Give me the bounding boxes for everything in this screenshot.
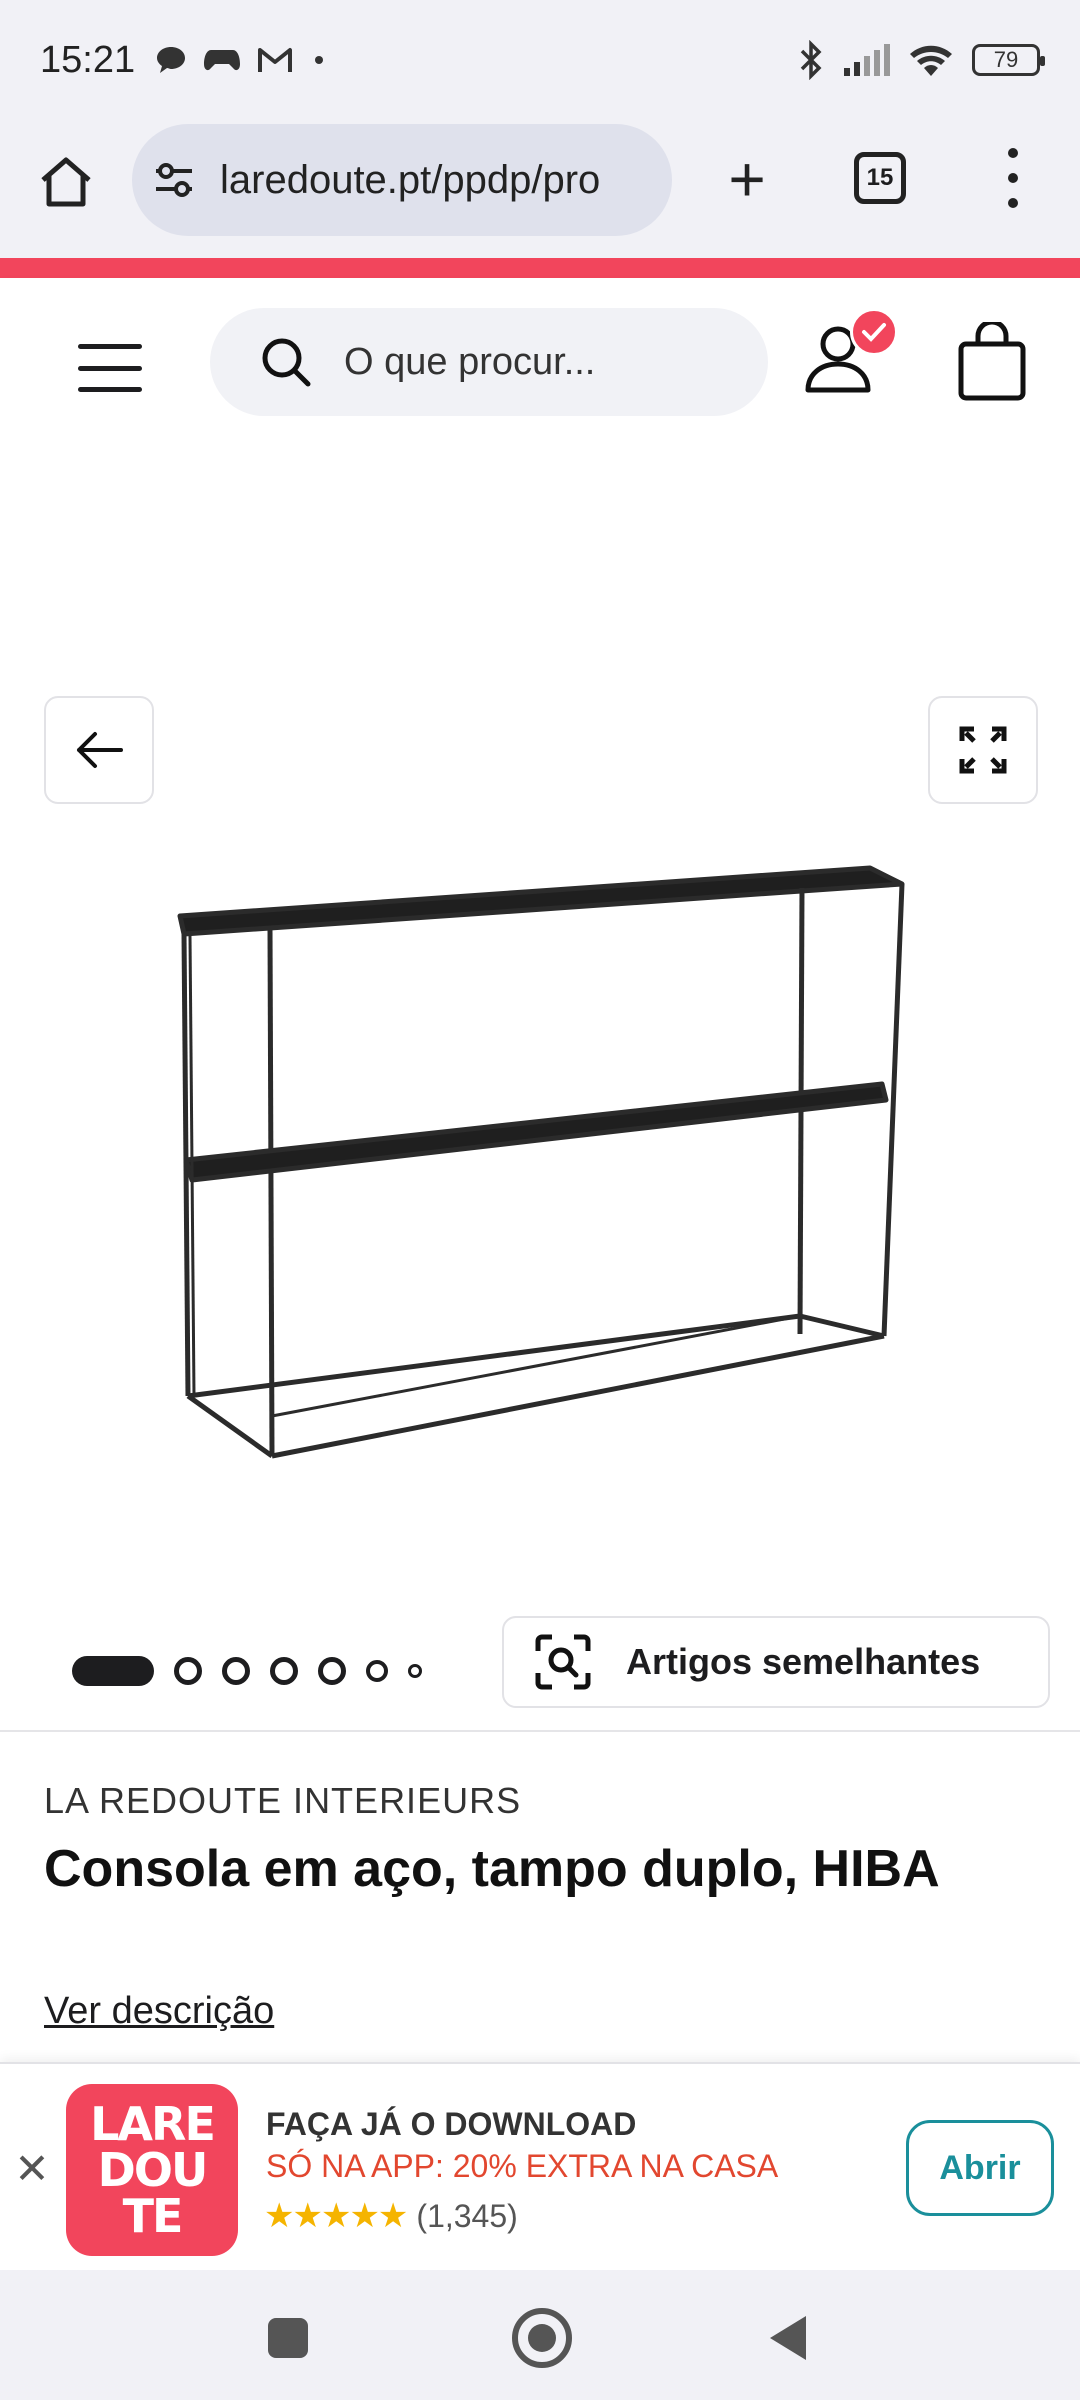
- product-brand[interactable]: LA REDOUTE INTERIEURS: [44, 1780, 521, 1822]
- fullscreen-button[interactable]: [928, 696, 1038, 804]
- wifi-icon: [910, 45, 952, 76]
- pagination-dot[interactable]: [270, 1657, 298, 1685]
- gallery-back-button[interactable]: [44, 696, 154, 804]
- laredoute-app-logo: LARE DOU TE: [66, 2084, 238, 2256]
- search-input[interactable]: O que procur...: [210, 308, 768, 416]
- product-gallery[interactable]: Artigos semelhantes: [0, 446, 1080, 1728]
- battery-level: 79: [993, 47, 1019, 72]
- pagination-dot-active[interactable]: [72, 1656, 154, 1686]
- address-bar[interactable]: laredoute.pt/ppdp/pro: [132, 124, 672, 236]
- pagination-dot[interactable]: [318, 1657, 346, 1685]
- similar-items-label: Artigos semelhantes: [626, 1641, 981, 1682]
- logo-line: DOU: [97, 2143, 209, 2197]
- product-title: Consola em aço, tampo duplo, HIBA: [44, 1840, 940, 1898]
- logo-line: LARE: [90, 2097, 216, 2151]
- browser-menu-button[interactable]: [998, 148, 1028, 208]
- menu-dot: [1008, 173, 1018, 183]
- recents-button[interactable]: [268, 2318, 308, 2358]
- banner-subtitle: SÓ NA APP: 20% EXTRA NA CASA: [266, 2148, 779, 2184]
- arrow-left-icon: [77, 732, 123, 768]
- new-tab-button[interactable]: +: [712, 144, 782, 214]
- search-icon: [262, 338, 311, 387]
- home-dot: [528, 2324, 556, 2352]
- hamburger-line: [78, 365, 142, 371]
- signal-icon: [844, 44, 890, 76]
- game-controller-icon: [204, 50, 241, 71]
- banner-title: FAÇA JÁ O DOWNLOAD: [266, 2106, 637, 2142]
- view-description-link[interactable]: Ver descrição: [44, 1990, 274, 2033]
- checkmark-icon: [862, 323, 886, 342]
- expand-icon: [959, 726, 1007, 774]
- open-app-button[interactable]: Abrir: [906, 2120, 1054, 2216]
- hamburger-menu-button[interactable]: [78, 344, 142, 392]
- hamburger-line: [78, 344, 142, 349]
- system-icons: 79: [798, 40, 1045, 80]
- menu-dot: [1008, 148, 1018, 158]
- system-navigation-bar: [0, 2270, 1080, 2400]
- search-placeholder: O que procur...: [344, 340, 596, 383]
- home-icon: [41, 157, 91, 207]
- product-image-console-table[interactable]: [150, 816, 930, 1536]
- app-download-banner: ✕ LARE DOU TE FAÇA JÁ O DOWNLOAD SÓ NA A…: [0, 2062, 1080, 2270]
- pagination-dot[interactable]: [222, 1657, 250, 1685]
- brand-strip: [0, 258, 1080, 278]
- back-button[interactable]: [770, 2316, 806, 2360]
- tab-switcher-button[interactable]: 15: [854, 152, 906, 204]
- hamburger-line: [78, 387, 142, 392]
- status-time: 15:21: [40, 38, 136, 81]
- browser-home-button[interactable]: [36, 152, 96, 212]
- site-header: O que procur...: [0, 278, 1080, 446]
- logo-line: TE: [122, 2189, 184, 2243]
- shopping-bag-icon[interactable]: [956, 322, 1028, 402]
- dot-icon: [315, 56, 324, 64]
- similar-items-button[interactable]: Artigos semelhantes: [502, 1616, 1050, 1708]
- notification-icons: [155, 45, 329, 75]
- rating-count: (1,345): [416, 2197, 518, 2234]
- logged-in-badge: [850, 308, 898, 356]
- app-rating: ★★★★★ (1,345): [264, 2196, 518, 2236]
- pagination-dot[interactable]: [174, 1657, 202, 1685]
- gmail-icon: [258, 48, 293, 72]
- browser-toolbar: laredoute.pt/ppdp/pro + 15: [0, 120, 1080, 260]
- status-bar: 15:21 79: [0, 0, 1080, 120]
- section-divider: [0, 1730, 1080, 1732]
- pagination-dot[interactable]: [408, 1664, 422, 1678]
- chat-bubble-icon: [157, 47, 186, 73]
- gallery-pagination[interactable]: [72, 1656, 422, 1686]
- menu-dot: [1008, 198, 1018, 208]
- close-banner-button[interactable]: ✕: [12, 2144, 52, 2192]
- star-rating-icon: ★★★★★: [264, 2197, 408, 2235]
- visual-search-icon: [535, 1634, 591, 1690]
- battery-icon: 79: [972, 44, 1045, 76]
- site-settings-icon[interactable]: [152, 160, 196, 200]
- url-text[interactable]: laredoute.pt/ppdp/pro: [220, 158, 660, 203]
- pagination-dot[interactable]: [366, 1660, 388, 1682]
- home-button[interactable]: [512, 2308, 572, 2368]
- bluetooth-icon: [800, 40, 822, 80]
